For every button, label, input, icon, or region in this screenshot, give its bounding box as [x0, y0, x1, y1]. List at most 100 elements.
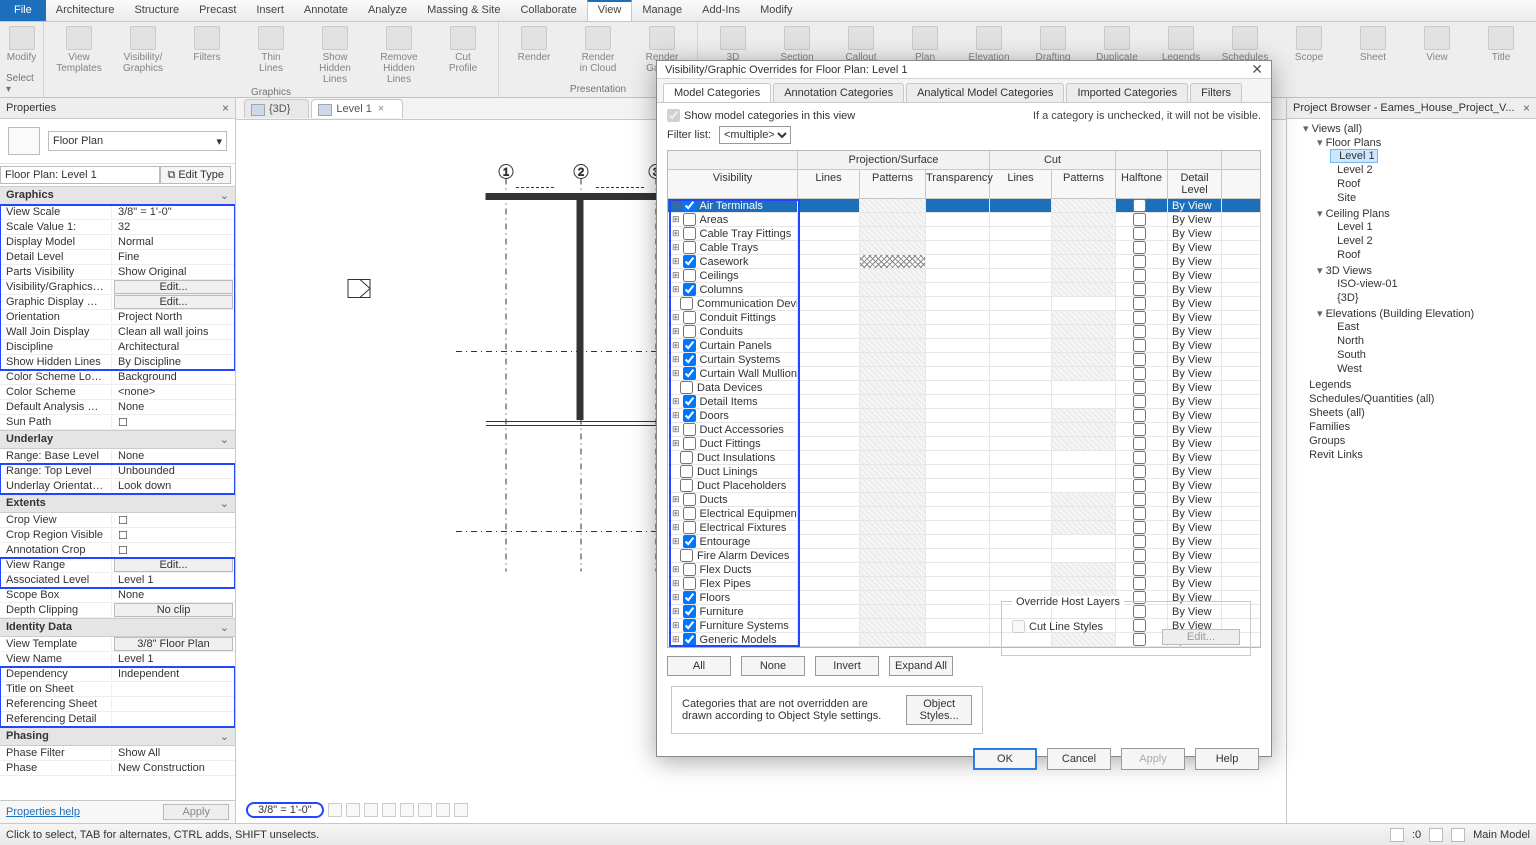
prop-row[interactable]: OrientationProject North: [0, 310, 235, 325]
show-categories-check[interactable]: Show model categories in this view: [667, 109, 855, 122]
category-row[interactable]: ⊞ AreasBy View: [668, 213, 1260, 227]
prop-row[interactable]: Show Hidden LinesBy Discipline: [0, 355, 235, 370]
prop-row[interactable]: Parts VisibilityShow Original: [0, 265, 235, 280]
prop-row[interactable]: Associated LevelLevel 1: [0, 573, 235, 588]
reveal-icon[interactable]: [454, 803, 468, 817]
category-row[interactable]: ⊞ Flex PipesBy View: [668, 577, 1260, 591]
category-row[interactable]: ⊞ Duct AccessoriesBy View: [668, 423, 1260, 437]
category-row[interactable]: Duct PlaceholdersBy View: [668, 479, 1260, 493]
ribbon-btn[interactable]: Title: [1472, 24, 1530, 65]
prop-row[interactable]: Display ModelNormal: [0, 235, 235, 250]
tree-item[interactable]: Legends: [1303, 379, 1351, 391]
tree-item[interactable]: Floor Plans: [1317, 137, 1381, 149]
prop-row[interactable]: Underlay OrientationLook down: [0, 479, 235, 494]
menu-addins[interactable]: Add-Ins: [692, 0, 750, 21]
category-row[interactable]: Fire Alarm DevicesBy View: [668, 549, 1260, 563]
dialog-tab[interactable]: Filters: [1190, 83, 1242, 102]
ribbon-btn[interactable]: Drafting: [1024, 24, 1082, 65]
sun-path-icon[interactable]: [364, 803, 378, 817]
menu-manage[interactable]: Manage: [632, 0, 692, 21]
prop-row[interactable]: DisciplineArchitectural: [0, 340, 235, 355]
tree-item[interactable]: East: [1331, 321, 1359, 333]
prop-row[interactable]: Wall Join DisplayClean all wall joins: [0, 325, 235, 340]
prop-row[interactable]: Color Scheme<none>: [0, 385, 235, 400]
category-row[interactable]: ⊞ DuctsBy View: [668, 493, 1260, 507]
category-row[interactable]: ⊞ ColumnsBy View: [668, 283, 1260, 297]
prop-row[interactable]: Title on Sheet: [0, 682, 235, 697]
prop-row[interactable]: Range: Top LevelUnbounded: [0, 464, 235, 479]
tree-item[interactable]: Schedules/Quantities (all): [1303, 393, 1434, 405]
close-icon[interactable]: ✕: [1251, 61, 1263, 78]
instance-combo[interactable]: [0, 166, 160, 184]
properties-help-link[interactable]: Properties help: [6, 806, 80, 818]
menu-annotate[interactable]: Annotate: [294, 0, 358, 21]
ribbon-btn[interactable]: Filters: [178, 24, 236, 65]
ribbon-btn[interactable]: Scope: [1280, 24, 1338, 65]
menu-architecture[interactable]: Architecture: [46, 0, 125, 21]
apply-button[interactable]: Apply: [163, 804, 229, 820]
prop-row[interactable]: Referencing Sheet: [0, 697, 235, 712]
menu-modify[interactable]: Modify: [750, 0, 802, 21]
ribbon-btn[interactable]: RemoveHidden Lines: [370, 24, 428, 87]
tree-item[interactable]: Level 2: [1331, 235, 1373, 247]
modify-tool[interactable]: Modify: [0, 24, 51, 65]
prop-row[interactable]: Referencing Detail: [0, 712, 235, 727]
detail-level-icon[interactable]: [328, 803, 342, 817]
tree-item[interactable]: Level 1: [1331, 150, 1377, 162]
category-row[interactable]: ⊞ CeilingsBy View: [668, 269, 1260, 283]
ribbon-select[interactable]: Select ▾: [6, 73, 37, 95]
status-icon[interactable]: [1451, 828, 1465, 842]
prop-row[interactable]: PhaseNew Construction: [0, 761, 235, 776]
grid-invert-button[interactable]: Invert: [815, 656, 879, 676]
grid-all-button[interactable]: All: [667, 656, 731, 676]
tree-item[interactable]: Ceiling Plans: [1317, 208, 1390, 220]
category-row[interactable]: ⊞ Curtain Wall MullionsBy View: [668, 367, 1260, 381]
close-icon[interactable]: ×: [1523, 101, 1530, 115]
tree-item[interactable]: Views (all): [1303, 123, 1362, 135]
tree-item[interactable]: Level 2: [1331, 164, 1373, 176]
menu-file[interactable]: File: [0, 0, 46, 21]
tree-item[interactable]: Roof: [1331, 249, 1360, 261]
category-row[interactable]: ⊞ Curtain PanelsBy View: [668, 339, 1260, 353]
category-row[interactable]: ⊞ Air TerminalsBy View: [668, 199, 1260, 213]
tree-item[interactable]: Revit Links: [1303, 449, 1363, 461]
tree-item[interactable]: Sheets (all): [1303, 407, 1365, 419]
tree-item[interactable]: North: [1331, 335, 1364, 347]
menu-structure[interactable]: Structure: [124, 0, 189, 21]
menu-collaborate[interactable]: Collaborate: [510, 0, 586, 21]
grid-none-button[interactable]: None: [741, 656, 805, 676]
grid-expand-all-button[interactable]: Expand All: [889, 656, 953, 676]
tree-item[interactable]: Families: [1303, 421, 1350, 433]
prop-row[interactable]: Crop Region Visible: [0, 528, 235, 543]
crop-region-icon[interactable]: [418, 803, 432, 817]
ribbon-btn[interactable]: ShowHidden Lines: [306, 24, 364, 87]
category-row[interactable]: ⊞ Flex DuctsBy View: [668, 563, 1260, 577]
category-row[interactable]: Data DevicesBy View: [668, 381, 1260, 395]
prop-row[interactable]: Sun Path: [0, 415, 235, 430]
category-row[interactable]: ⊞ Detail ItemsBy View: [668, 395, 1260, 409]
tree-item[interactable]: West: [1331, 363, 1362, 375]
dialog-tab[interactable]: Imported Categories: [1066, 83, 1188, 102]
prop-row[interactable]: Scale Value 1:32: [0, 220, 235, 235]
category-row[interactable]: ⊞ Conduit FittingsBy View: [668, 311, 1260, 325]
tree-item[interactable]: {3D}: [1331, 292, 1359, 304]
status-icon[interactable]: [1390, 828, 1404, 842]
prop-row[interactable]: Color Scheme LocationBackground: [0, 370, 235, 385]
shadows-icon[interactable]: [382, 803, 396, 817]
ribbon-btn[interactable]: Schedules: [1216, 24, 1274, 65]
ribbon-btn[interactable]: Callout: [832, 24, 890, 65]
prop-row[interactable]: Depth ClippingNo clip: [0, 603, 235, 618]
cancel-button[interactable]: Cancel: [1047, 748, 1111, 770]
menu-analyze[interactable]: Analyze: [358, 0, 417, 21]
dialog-tab[interactable]: Annotation Categories: [773, 83, 904, 102]
view-tab[interactable]: Level 1×: [311, 99, 403, 118]
dialog-tab[interactable]: Analytical Model Categories: [906, 83, 1064, 102]
object-styles-button[interactable]: Object Styles...: [906, 695, 972, 725]
dialog-tab[interactable]: Model Categories: [663, 83, 771, 102]
tree-item[interactable]: Elevations (Building Elevation): [1317, 308, 1474, 320]
tree-item[interactable]: ISO-view-01: [1331, 278, 1398, 290]
prop-row[interactable]: Detail LevelFine: [0, 250, 235, 265]
category-row[interactable]: ⊞ CaseworkBy View: [668, 255, 1260, 269]
prop-row[interactable]: View RangeEdit...: [0, 558, 235, 573]
prop-row[interactable]: Phase FilterShow All: [0, 746, 235, 761]
